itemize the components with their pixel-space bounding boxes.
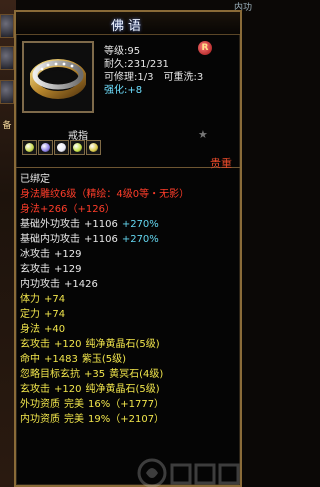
item-base-stats: 等级:95 耐久:231/231 可修理:1/3 可重洗:3 强化:+8 (104, 45, 244, 97)
property-text: +1483 (44, 354, 78, 365)
property-row: 定力 +74 (20, 307, 236, 322)
level-value: 95 (127, 46, 141, 57)
property-text: +35 (84, 369, 106, 380)
property-row: 基础外功攻击 +1106 +270% (20, 217, 236, 232)
property-text: 紫玉(5级) (81, 354, 126, 365)
ring-icon (30, 59, 86, 99)
gem-slot-icon (86, 140, 101, 155)
property-row: 身法+266（+126） (20, 202, 236, 217)
rewash-value: 3 (196, 72, 204, 83)
watermark-logo (137, 458, 240, 487)
property-text: +270% (121, 219, 159, 230)
property-text: +74 (44, 309, 66, 320)
property-text: 命中 (20, 354, 40, 365)
property-text: 玄攻击 (20, 264, 50, 275)
property-text: 身法雕纹6级（精绘：4级0等・无影） (20, 189, 190, 200)
durability-row: 耐久:231/231 (104, 59, 169, 70)
property-text: 19%（+2107） (88, 414, 165, 425)
property-text: +270% (121, 234, 159, 245)
property-text: 内功攻击 (20, 279, 60, 290)
gem-slots (22, 140, 102, 158)
repair-value: 1/3 (137, 72, 154, 83)
skill-slot-icon[interactable] (0, 46, 14, 70)
property-row: 内功攻击 +1426 (20, 277, 236, 292)
property-text: 外功资质 (20, 399, 60, 410)
property-text: 完美 (64, 414, 84, 425)
skill-slot-icon[interactable] (0, 80, 14, 104)
item-category-section: 戒指 ★ 贵重 (16, 127, 240, 170)
property-row: 身法雕纹6级（精绘：4级0等・无影） (20, 187, 236, 202)
item-name: 佛语 (110, 19, 145, 34)
property-text: 忽略目标玄抗 (20, 369, 80, 380)
property-text: 玄攻击 (20, 384, 50, 395)
property-text: 基础内功攻击 (20, 234, 80, 245)
property-text: 黄冥石(4级) (109, 369, 164, 380)
item-icon-frame (22, 41, 94, 113)
enhance-row: 强化:+8 (104, 85, 143, 96)
property-row: 已绑定 (20, 172, 236, 187)
property-row: 基础内功攻击 +1106 +270% (20, 232, 236, 247)
property-text: 16%（+1777） (88, 399, 165, 410)
item-rarity: 贵重 (210, 157, 232, 170)
property-row: 玄攻击 +120 纯净黄晶石(5级) (20, 382, 236, 397)
gem-slot-icon (38, 140, 53, 155)
item-properties: 已绑定身法雕纹6级（精绘：4级0等・无影） 身法+266（+126） 基础外功攻击 +… (16, 168, 240, 427)
property-row: 玄攻击 +120 纯净黄晶石(5级) (20, 337, 236, 352)
property-row: 外功资质 完美 16%（+1777） (20, 397, 236, 412)
property-text: 纯净黄晶石(5级) (85, 339, 160, 350)
gem-slot-icon (22, 140, 37, 155)
property-text: +129 (54, 249, 82, 260)
property-text: +1426 (64, 279, 98, 290)
tooltip-title-bar: 佛语 (16, 12, 240, 35)
property-text: 定力 (20, 309, 40, 320)
property-text: +40 (44, 324, 66, 335)
level-row: 等级:95 (104, 46, 141, 57)
property-text: 基础外功攻击 (20, 219, 80, 230)
property-text: 完美 (64, 399, 84, 410)
gem-slot-icon (54, 140, 69, 155)
property-row: 冰攻击 +129 (20, 247, 236, 262)
enhance-value: +8 (127, 85, 143, 96)
property-text: +120 (54, 339, 82, 350)
property-row: 忽略目标玄抗 +35 黄冥石(4级) (20, 367, 236, 382)
property-text: 体力 (20, 294, 40, 305)
property-text: +1106 (84, 219, 118, 230)
property-row: 玄攻击 +129 (20, 262, 236, 277)
property-text: +1106 (84, 234, 118, 245)
property-text: +129 (54, 264, 82, 275)
property-text: 已绑定 (20, 174, 50, 185)
property-row: 身法 +40 (20, 322, 236, 337)
property-text: 冰攻击 (20, 249, 50, 260)
property-text: 身法+266（+126） (20, 204, 115, 215)
property-text: 身法 (20, 324, 40, 335)
gem-slot-icon (70, 140, 85, 155)
property-text: +74 (44, 294, 66, 305)
item-tooltip: 佛语 R 等级:95 耐久:231/231 可修理:1/3 可重洗:3 强化:+… (14, 10, 242, 487)
property-text: 内功资质 (20, 414, 60, 425)
side-panel-label: 备 (2, 121, 12, 131)
property-text: 玄攻击 (20, 339, 50, 350)
property-row: 体力 +74 (20, 292, 236, 307)
property-row: 命中 +1483 紫玉(5级) (20, 352, 236, 367)
star-icon: ★ (198, 128, 208, 141)
durability-value: 231/231 (127, 59, 169, 70)
skill-slot-icon[interactable] (0, 14, 14, 38)
property-text: +120 (54, 384, 82, 395)
item-header: R 等级:95 耐久:231/231 可修理:1/3 可重洗:3 强化:+8 (16, 35, 240, 127)
property-row: 内功资质 完美 19%（+2107） (20, 412, 236, 427)
property-text: 纯净黄晶石(5级) (85, 384, 160, 395)
repair-row: 可修理:1/3 可重洗:3 (104, 72, 204, 83)
